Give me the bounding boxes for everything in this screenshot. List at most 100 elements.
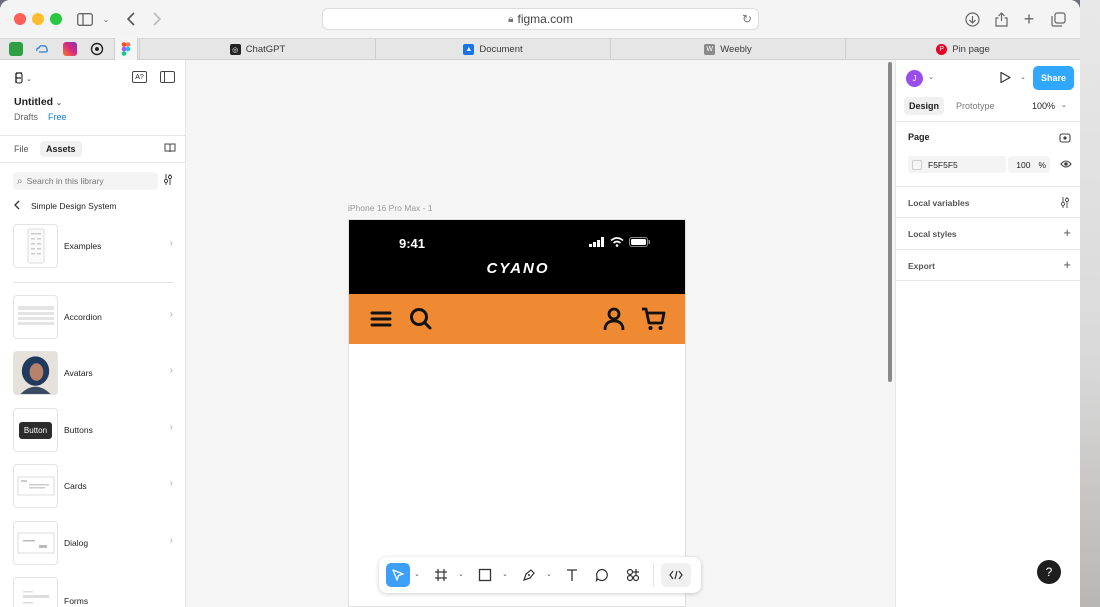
left-panel: ⌄ A? Untitled ⌄ Drafts Free File Assets … xyxy=(0,60,186,607)
chevron-right-icon: › xyxy=(169,478,173,489)
asset-forms[interactable]: Forms xyxy=(13,577,173,607)
chevron-down-icon[interactable]: ⌄ xyxy=(546,570,552,578)
plan-badge[interactable]: Free xyxy=(48,112,67,122)
chevron-down-icon: ⌄ xyxy=(56,100,62,107)
tab-assets[interactable]: Assets xyxy=(40,141,82,157)
tab-weebly[interactable]: W Weebly xyxy=(610,39,845,60)
color-swatch[interactable] xyxy=(912,159,922,170)
maximize-window-button[interactable] xyxy=(50,13,62,25)
pinned-tab-instagram-icon[interactable] xyxy=(63,42,77,56)
tab-design[interactable]: Design xyxy=(904,97,945,115)
add-style-icon[interactable]: + xyxy=(1063,225,1071,240)
brand-logo: CYANO xyxy=(486,260,550,277)
new-tab-icon[interactable]: + xyxy=(1018,8,1040,30)
pinned-tab-openai-icon[interactable] xyxy=(90,42,104,56)
frame-tool-icon[interactable] xyxy=(429,563,453,587)
chevron-down-icon[interactable]: ⌄ xyxy=(458,570,464,578)
asset-avatars[interactable]: Avatars › xyxy=(13,351,173,397)
address-bar[interactable]: 🔒︎ figma.com ↻ xyxy=(322,8,759,30)
add-export-icon[interactable]: + xyxy=(1063,257,1071,272)
accordion-thumbnail xyxy=(13,295,58,339)
avatar[interactable]: J xyxy=(906,70,923,87)
phone-status-area: 9:41 CYANO xyxy=(349,220,685,294)
tab-document[interactable]: ▲ Document xyxy=(375,39,610,60)
chevron-right-icon: › xyxy=(169,535,173,546)
battery-icon xyxy=(629,237,650,247)
tab-chatgpt[interactable]: ◎ ChatGPT xyxy=(139,39,375,60)
back-chevron-icon[interactable] xyxy=(13,200,20,213)
chevron-down-icon[interactable]: ⌄ xyxy=(414,570,420,578)
tab-overview-icon[interactable] xyxy=(1047,8,1069,30)
chevron-right-icon: › xyxy=(169,422,173,433)
tab-label: Document xyxy=(479,44,523,55)
chatgpt-icon: ◎ xyxy=(229,44,241,55)
iphone-frame[interactable]: 9:41 CYANO xyxy=(348,219,686,607)
reload-icon[interactable]: ↻ xyxy=(742,12,752,26)
page-options-icon[interactable] xyxy=(1059,133,1071,143)
wifi-icon xyxy=(610,237,624,247)
page-section-title: Page xyxy=(908,132,930,142)
panel-toggle-icon[interactable] xyxy=(160,71,175,83)
frame-label[interactable]: iPhone 16 Pro Max - 1 xyxy=(348,203,433,213)
status-icons xyxy=(589,237,651,247)
file-title[interactable]: Untitled ⌄ xyxy=(14,96,62,108)
filter-icon[interactable] xyxy=(163,174,173,188)
chevron-right-icon: › xyxy=(169,238,173,249)
zoom-level[interactable]: 100% xyxy=(1032,101,1055,111)
export-section[interactable]: Export + xyxy=(896,249,1080,281)
rectangle-tool-icon[interactable] xyxy=(473,563,497,587)
asset-buttons[interactable]: Button Buttons › xyxy=(13,408,173,454)
svg-text:⌄: ⌄ xyxy=(26,75,32,83)
figma-menu-icon[interactable]: ⌄ xyxy=(14,72,34,87)
asset-examples[interactable]: Examples › xyxy=(13,224,173,270)
chevron-down-icon[interactable]: ⌄ xyxy=(502,570,508,578)
help-button[interactable]: ? xyxy=(1037,560,1061,584)
chevron-down-icon[interactable]: ⌄ xyxy=(1020,73,1026,81)
tab-file[interactable]: File xyxy=(14,144,29,154)
share-sheet-icon[interactable] xyxy=(990,8,1012,30)
library-search[interactable]: ⌕ xyxy=(13,172,158,190)
text-tool-icon[interactable] xyxy=(560,563,584,587)
forward-icon[interactable] xyxy=(146,8,168,30)
eye-icon[interactable] xyxy=(1060,159,1072,169)
pinned-tab-green-icon[interactable] xyxy=(9,42,23,56)
actions-tool-icon[interactable] xyxy=(621,563,645,587)
chevron-right-icon: › xyxy=(169,309,173,320)
page-opacity-field[interactable]: 100 % xyxy=(1008,156,1050,173)
opacity-unit: % xyxy=(1038,159,1046,170)
asset-accordion[interactable]: Accordion › xyxy=(13,295,173,341)
present-play-icon[interactable] xyxy=(999,71,1011,84)
back-icon[interactable] xyxy=(120,8,142,30)
page-color-field[interactable]: F5F5F5 xyxy=(908,156,1006,173)
ai-icon[interactable]: A? xyxy=(132,71,147,83)
chevron-right-icon: › xyxy=(169,365,173,376)
minimize-window-button[interactable] xyxy=(32,13,44,25)
share-button[interactable]: Share xyxy=(1033,66,1074,90)
library-book-icon[interactable] xyxy=(164,143,176,156)
asset-name: Avatars xyxy=(64,368,93,378)
canvas-scrollbar[interactable] xyxy=(888,62,892,382)
asset-dialog[interactable]: Dialog › xyxy=(13,521,173,567)
search-input[interactable] xyxy=(26,176,147,186)
asset-cards[interactable]: Cards › xyxy=(13,464,173,510)
local-styles-section[interactable]: Local styles + xyxy=(896,217,1080,249)
move-tool-icon[interactable] xyxy=(386,563,410,587)
download-icon[interactable] xyxy=(961,8,983,30)
tab-bar: ◎ ChatGPT ▲ Document W Weebly P Pin page xyxy=(0,38,1080,60)
pinned-tab-figma-icon[interactable] xyxy=(114,38,138,60)
chevron-down-icon[interactable]: ⌄ xyxy=(928,73,934,81)
variables-icon[interactable] xyxy=(1060,197,1070,208)
pinned-tab-cloud-icon[interactable] xyxy=(35,42,49,56)
close-window-button[interactable] xyxy=(14,13,26,25)
sidebar-toggle-icon[interactable] xyxy=(74,8,96,30)
comment-tool-icon[interactable] xyxy=(590,563,614,587)
dev-mode-icon[interactable] xyxy=(661,563,691,587)
chevron-down-icon[interactable]: ⌄ xyxy=(95,8,117,30)
tab-pin-page[interactable]: P Pin page xyxy=(845,39,1080,60)
chevron-down-icon[interactable]: ⌄ xyxy=(1061,101,1067,109)
app-nav-bar xyxy=(349,294,685,344)
drafts-link[interactable]: Drafts xyxy=(14,112,38,122)
pen-tool-icon[interactable] xyxy=(517,563,541,587)
local-variables-section[interactable]: Local variables xyxy=(896,186,1080,217)
tab-prototype[interactable]: Prototype xyxy=(956,101,995,111)
